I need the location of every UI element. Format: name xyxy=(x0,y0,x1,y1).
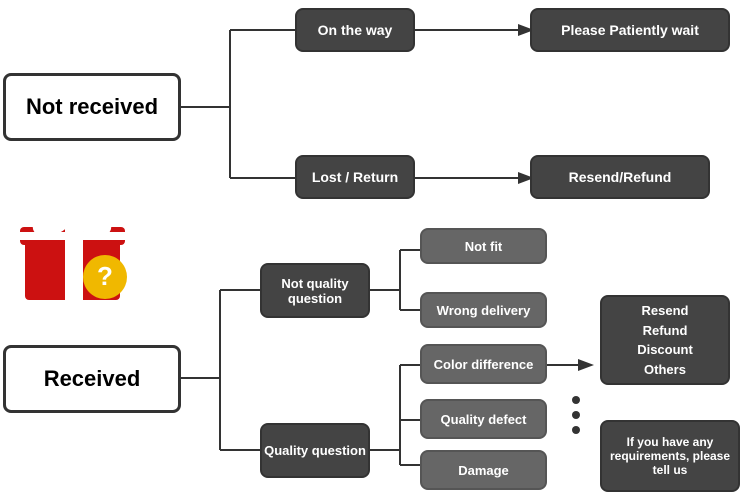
on-the-way-node: On the way xyxy=(295,8,415,52)
received-node: Received xyxy=(3,345,181,413)
wrong-delivery-node: Wrong delivery xyxy=(420,292,547,328)
lost-return-node: Lost / Return xyxy=(295,155,415,199)
please-wait-node: Please Patiently wait xyxy=(530,8,730,52)
resolution-node: Resend Refund Discount Others xyxy=(600,295,730,385)
not-fit-node: Not fit xyxy=(420,228,547,264)
color-difference-node: Color difference xyxy=(420,344,547,384)
diagram: Not received On the way Please Patiently… xyxy=(0,0,750,500)
resend-refund-node: Resend/Refund xyxy=(530,155,710,199)
damage-node: Damage xyxy=(420,450,547,490)
quality-question-node: Quality question xyxy=(260,423,370,478)
not-received-node: Not received xyxy=(3,73,181,141)
quality-defect-node: Quality defect xyxy=(420,399,547,439)
requirements-node: If you have any requirements, please tel… xyxy=(600,420,740,492)
not-quality-node: Not quality question xyxy=(260,263,370,318)
svg-text:?: ? xyxy=(97,261,113,291)
gift-icon: ? xyxy=(10,185,140,305)
